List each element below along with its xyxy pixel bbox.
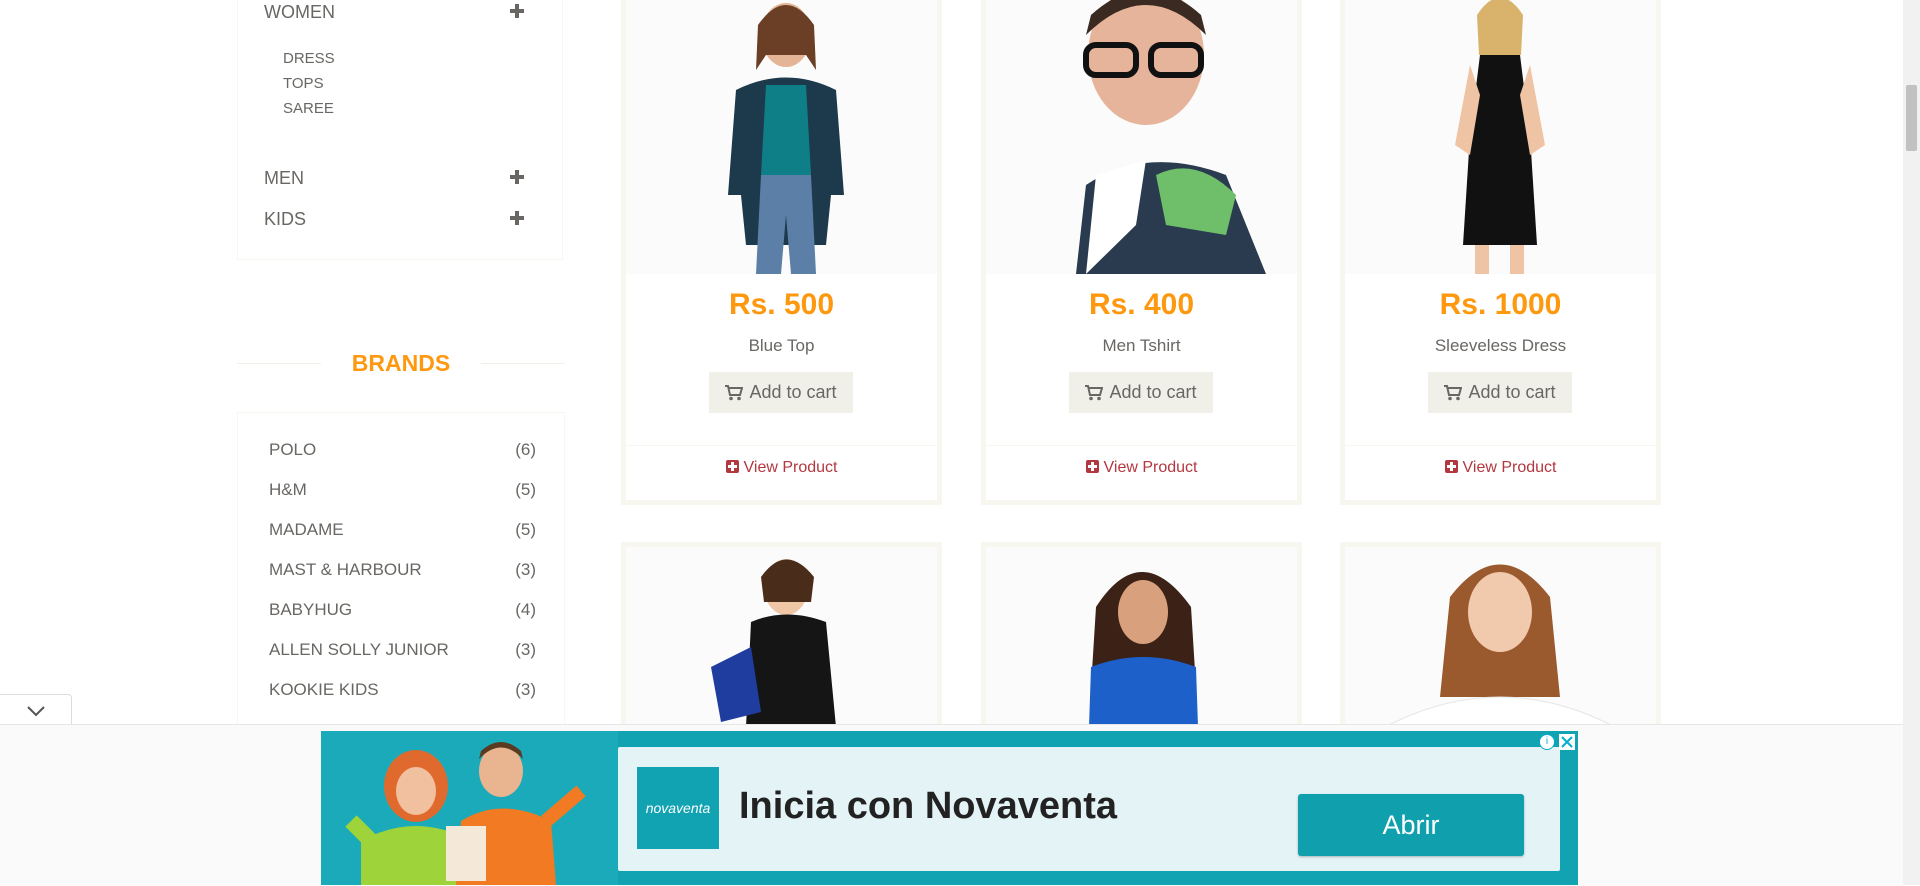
brand-item-mast-harbour[interactable]: MAST & HARBOUR (3) (269, 558, 536, 582)
divider (986, 445, 1297, 446)
subcategory-saree[interactable]: SAREE (283, 100, 334, 118)
brand-count: (4) (515, 600, 536, 619)
view-product-link[interactable]: View Product (1345, 459, 1656, 477)
subcategory-dress[interactable]: DRESS (283, 50, 335, 68)
cart-icon (1444, 384, 1463, 400)
category-label: KIDS (264, 209, 307, 229)
product-photo (1345, 0, 1656, 274)
ad-open-button[interactable]: Abrir (1298, 794, 1524, 856)
divider (626, 445, 937, 446)
product-image (1345, 547, 1656, 727)
product-name: Men Tshirt (1102, 336, 1181, 355)
product-photo (1345, 547, 1656, 727)
category-women[interactable]: WOMEN (264, 0, 536, 24)
collapse-ad-button[interactable] (0, 694, 72, 725)
brand-count: (6) (515, 440, 536, 459)
product-name: Blue Top (748, 336, 815, 355)
product-image (626, 547, 937, 727)
brand-item-kookie-kids[interactable]: KOOKIE KIDS (3) (269, 678, 536, 702)
add-to-cart-label: Add to cart (1109, 382, 1197, 402)
cart-icon (725, 384, 744, 400)
product-image-sleeveless-dress (1345, 0, 1656, 274)
divider (1345, 445, 1656, 446)
plus-icon[interactable] (510, 170, 524, 184)
subcategory-tops[interactable]: TOPS (283, 75, 324, 93)
ad-headline: Inicia con Novaventa (739, 785, 1118, 827)
ad-info-icon[interactable]: i (1539, 734, 1555, 750)
view-product-label: View Product (1462, 459, 1557, 476)
view-product-label: View Product (1103, 459, 1198, 476)
product-name: Sleeveless Dress (1434, 336, 1567, 355)
product-image-blue-top (626, 0, 937, 274)
brand-name: ALLEN SOLLY JUNIOR (269, 640, 449, 659)
scrollbar-thumb[interactable] (1906, 85, 1917, 151)
product-card: Rs. 1000 Sleeveless Dress Add to cart Vi… (1340, 0, 1661, 505)
category-panel: WOMEN DRESS TOPS SAREE MEN KIDS (237, 0, 563, 260)
brand-item-madame[interactable]: MADAME (5) (269, 518, 536, 542)
product-card: Rs. 500 Blue Top Add to cart View Produc… (621, 0, 942, 505)
product-card: Rs. 400 Men Tshirt Add to cart View Prod… (981, 0, 1302, 505)
plus-icon[interactable] (510, 4, 524, 18)
add-to-cart-label: Add to cart (749, 382, 837, 402)
brand-item-hm[interactable]: H&M (5) (269, 478, 536, 502)
plus-square-icon (1444, 460, 1458, 473)
view-product-label: View Product (743, 459, 838, 476)
product-photo (986, 0, 1297, 274)
ad-close-icon[interactable] (1559, 734, 1575, 750)
product-image (986, 547, 1297, 727)
ad-image (321, 731, 618, 885)
plus-square-icon (1085, 460, 1099, 473)
brand-name: H&M (269, 480, 307, 499)
product-photo (626, 0, 937, 274)
add-to-cart-label: Add to cart (1468, 382, 1556, 402)
brand-item-babyhug[interactable]: BABYHUG (4) (269, 598, 536, 622)
brands-panel: POLO (6) H&M (5) MADAME (5) MAST & HARBO… (237, 412, 565, 732)
brand-count: (3) (515, 560, 536, 579)
novaventa-logo: novaventa (637, 767, 719, 849)
ad-banner[interactable]: novaventa Inicia con Novaventa Abrir i (321, 731, 1578, 885)
product-image-men-tshirt (986, 0, 1297, 274)
brand-name: MAST & HARBOUR (269, 560, 422, 579)
view-product-link[interactable]: View Product (626, 459, 937, 477)
product-photo (626, 547, 937, 727)
chevron-down-icon (27, 706, 45, 717)
brand-count: (3) (515, 640, 536, 659)
add-to-cart-button[interactable]: Add to cart (1428, 372, 1572, 413)
plus-icon[interactable] (510, 211, 524, 225)
product-price: Rs. 1000 (1439, 288, 1562, 321)
plus-square-icon (725, 460, 739, 473)
vertical-scrollbar[interactable] (1903, 0, 1920, 885)
product-price: Rs. 500 (728, 288, 835, 321)
add-to-cart-button[interactable]: Add to cart (1069, 372, 1213, 413)
brand-count: (5) (515, 480, 536, 499)
brand-item-allen-solly-junior[interactable]: ALLEN SOLLY JUNIOR (3) (269, 638, 536, 662)
ad-card[interactable]: novaventa Inicia con Novaventa Abrir (618, 747, 1560, 871)
brand-name: BABYHUG (269, 600, 353, 619)
category-men[interactable]: MEN (264, 166, 536, 190)
close-icon (1561, 736, 1573, 748)
brands-heading: BRANDS (237, 345, 565, 376)
cart-icon (1085, 384, 1104, 400)
category-label: MEN (264, 168, 304, 188)
category-kids[interactable]: KIDS (264, 207, 536, 231)
category-label: WOMEN (264, 2, 335, 22)
brand-count: (3) (515, 680, 536, 699)
product-photo (986, 547, 1297, 727)
brand-item-polo[interactable]: POLO (6) (269, 438, 536, 462)
brand-count: (5) (515, 520, 536, 539)
product-price: Rs. 400 (1088, 288, 1195, 321)
brand-name: KOOKIE KIDS (269, 680, 379, 699)
brands-title: BRANDS (351, 350, 451, 376)
brand-name: POLO (269, 440, 317, 459)
view-product-link[interactable]: View Product (986, 459, 1297, 477)
brand-name: MADAME (269, 520, 344, 539)
add-to-cart-button[interactable]: Add to cart (709, 372, 853, 413)
